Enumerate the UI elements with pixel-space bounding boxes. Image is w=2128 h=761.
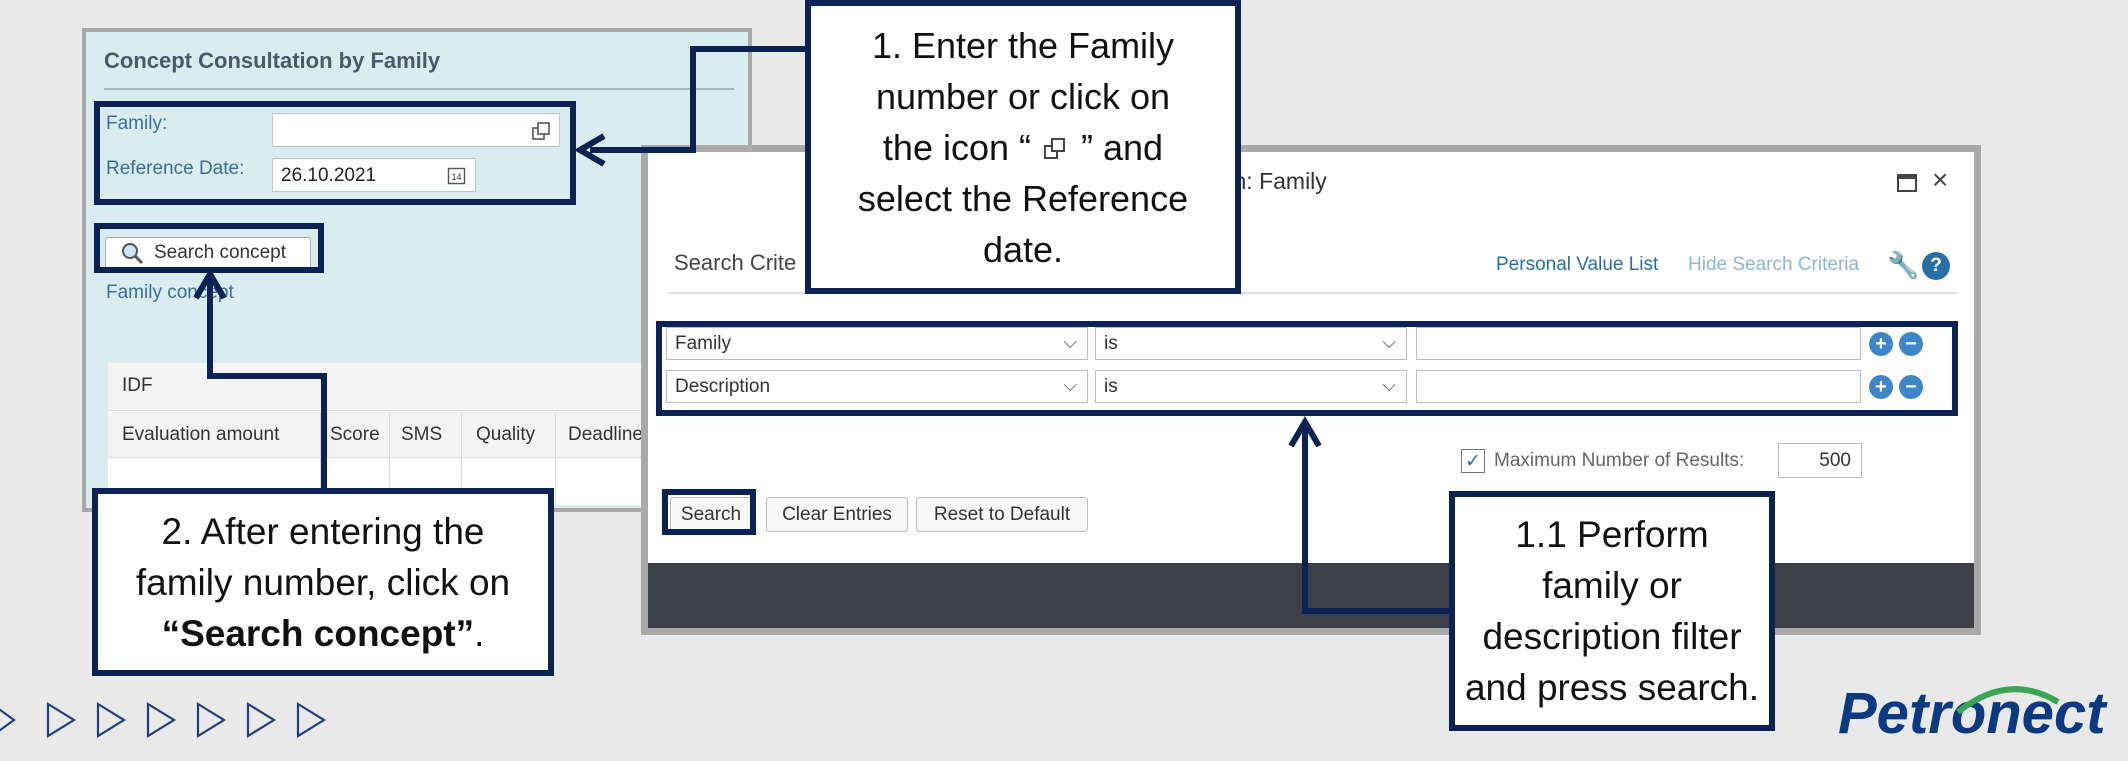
callout-step-1: 1. Enter the Family number or click on t…	[805, 0, 1241, 294]
idf-header: IDF	[122, 375, 153, 396]
connector-line	[690, 46, 810, 52]
max-results-label: Maximum Number of Results:	[1494, 450, 1745, 471]
callout-1-line: 1. Enter the Family	[871, 24, 1175, 66]
arrow-head	[193, 268, 227, 300]
connector-line	[1302, 608, 1450, 614]
callout-3-line: 1.1 Perform	[1515, 514, 1709, 555]
column-deadline[interactable]: Deadline	[568, 424, 643, 446]
callout-2-line: 2. After entering the	[161, 510, 485, 552]
criteria-highlight	[656, 321, 1958, 416]
callout-2-line: “Search concept”.	[136, 608, 510, 659]
search-criteria-heading: Search Crite	[674, 250, 797, 275]
callout-1-line: number or click on	[875, 75, 1171, 117]
maximize-icon[interactable]	[1897, 174, 1917, 192]
dialog-footer	[648, 563, 1974, 628]
play-arrow-icon	[0, 702, 327, 738]
reset-to-default-button[interactable]: Reset to Default	[916, 497, 1088, 532]
connector-line	[321, 373, 327, 493]
connector-line	[207, 373, 327, 379]
column-sms[interactable]: SMS	[401, 424, 442, 446]
callout-1-line: the icon “ ” and	[882, 126, 1164, 168]
max-results-input[interactable]: 500	[1778, 443, 1862, 478]
family-date-highlight	[94, 101, 576, 205]
hide-search-criteria-link[interactable]: Hide Search Criteria	[1688, 254, 1859, 276]
close-icon[interactable]: ×	[1932, 164, 1948, 196]
arrow-head	[574, 133, 606, 167]
callout-1-line: date.	[982, 228, 1064, 270]
callout-3-line: and press search.	[1464, 667, 1760, 708]
callout-2-bold: “Search concept”	[161, 612, 475, 654]
clear-entries-button[interactable]: Clear Entries	[766, 497, 908, 532]
column-quality[interactable]: Quality	[476, 424, 535, 446]
personal-value-list-link[interactable]: Personal Value List	[1496, 254, 1658, 276]
search-button-highlight	[662, 489, 756, 535]
title-divider	[104, 88, 734, 90]
connector-line	[1302, 428, 1308, 614]
logo-swoosh	[1956, 686, 2060, 715]
column-evaluation-amount[interactable]: Evaluation amount	[122, 424, 279, 446]
wrench-icon[interactable]: 🔧	[1887, 250, 1919, 281]
arrow-head	[1288, 416, 1322, 448]
callout-step-1-1: 1.1 Perform family or description filter…	[1449, 491, 1775, 731]
callout-2-line: family number, click on	[135, 561, 511, 603]
callout-3-line: family or	[1542, 565, 1682, 606]
search-concept-highlight	[94, 223, 324, 273]
column-score[interactable]: Score	[330, 424, 380, 446]
callout-2-period: .	[474, 612, 485, 654]
callout-1-line: select the Reference	[857, 177, 1189, 219]
panel-title: Concept Consultation by Family	[104, 48, 441, 73]
value-help-icon	[1044, 137, 1066, 159]
checkbox-checked-icon[interactable]: ✓	[1461, 449, 1485, 473]
help-icon[interactable]: ?	[1922, 252, 1950, 280]
column-divider	[555, 412, 556, 505]
callout-step-2: 2. After entering the family number, cli…	[92, 488, 554, 676]
callout-3-line: description filter	[1482, 616, 1742, 657]
connector-line	[690, 46, 696, 150]
